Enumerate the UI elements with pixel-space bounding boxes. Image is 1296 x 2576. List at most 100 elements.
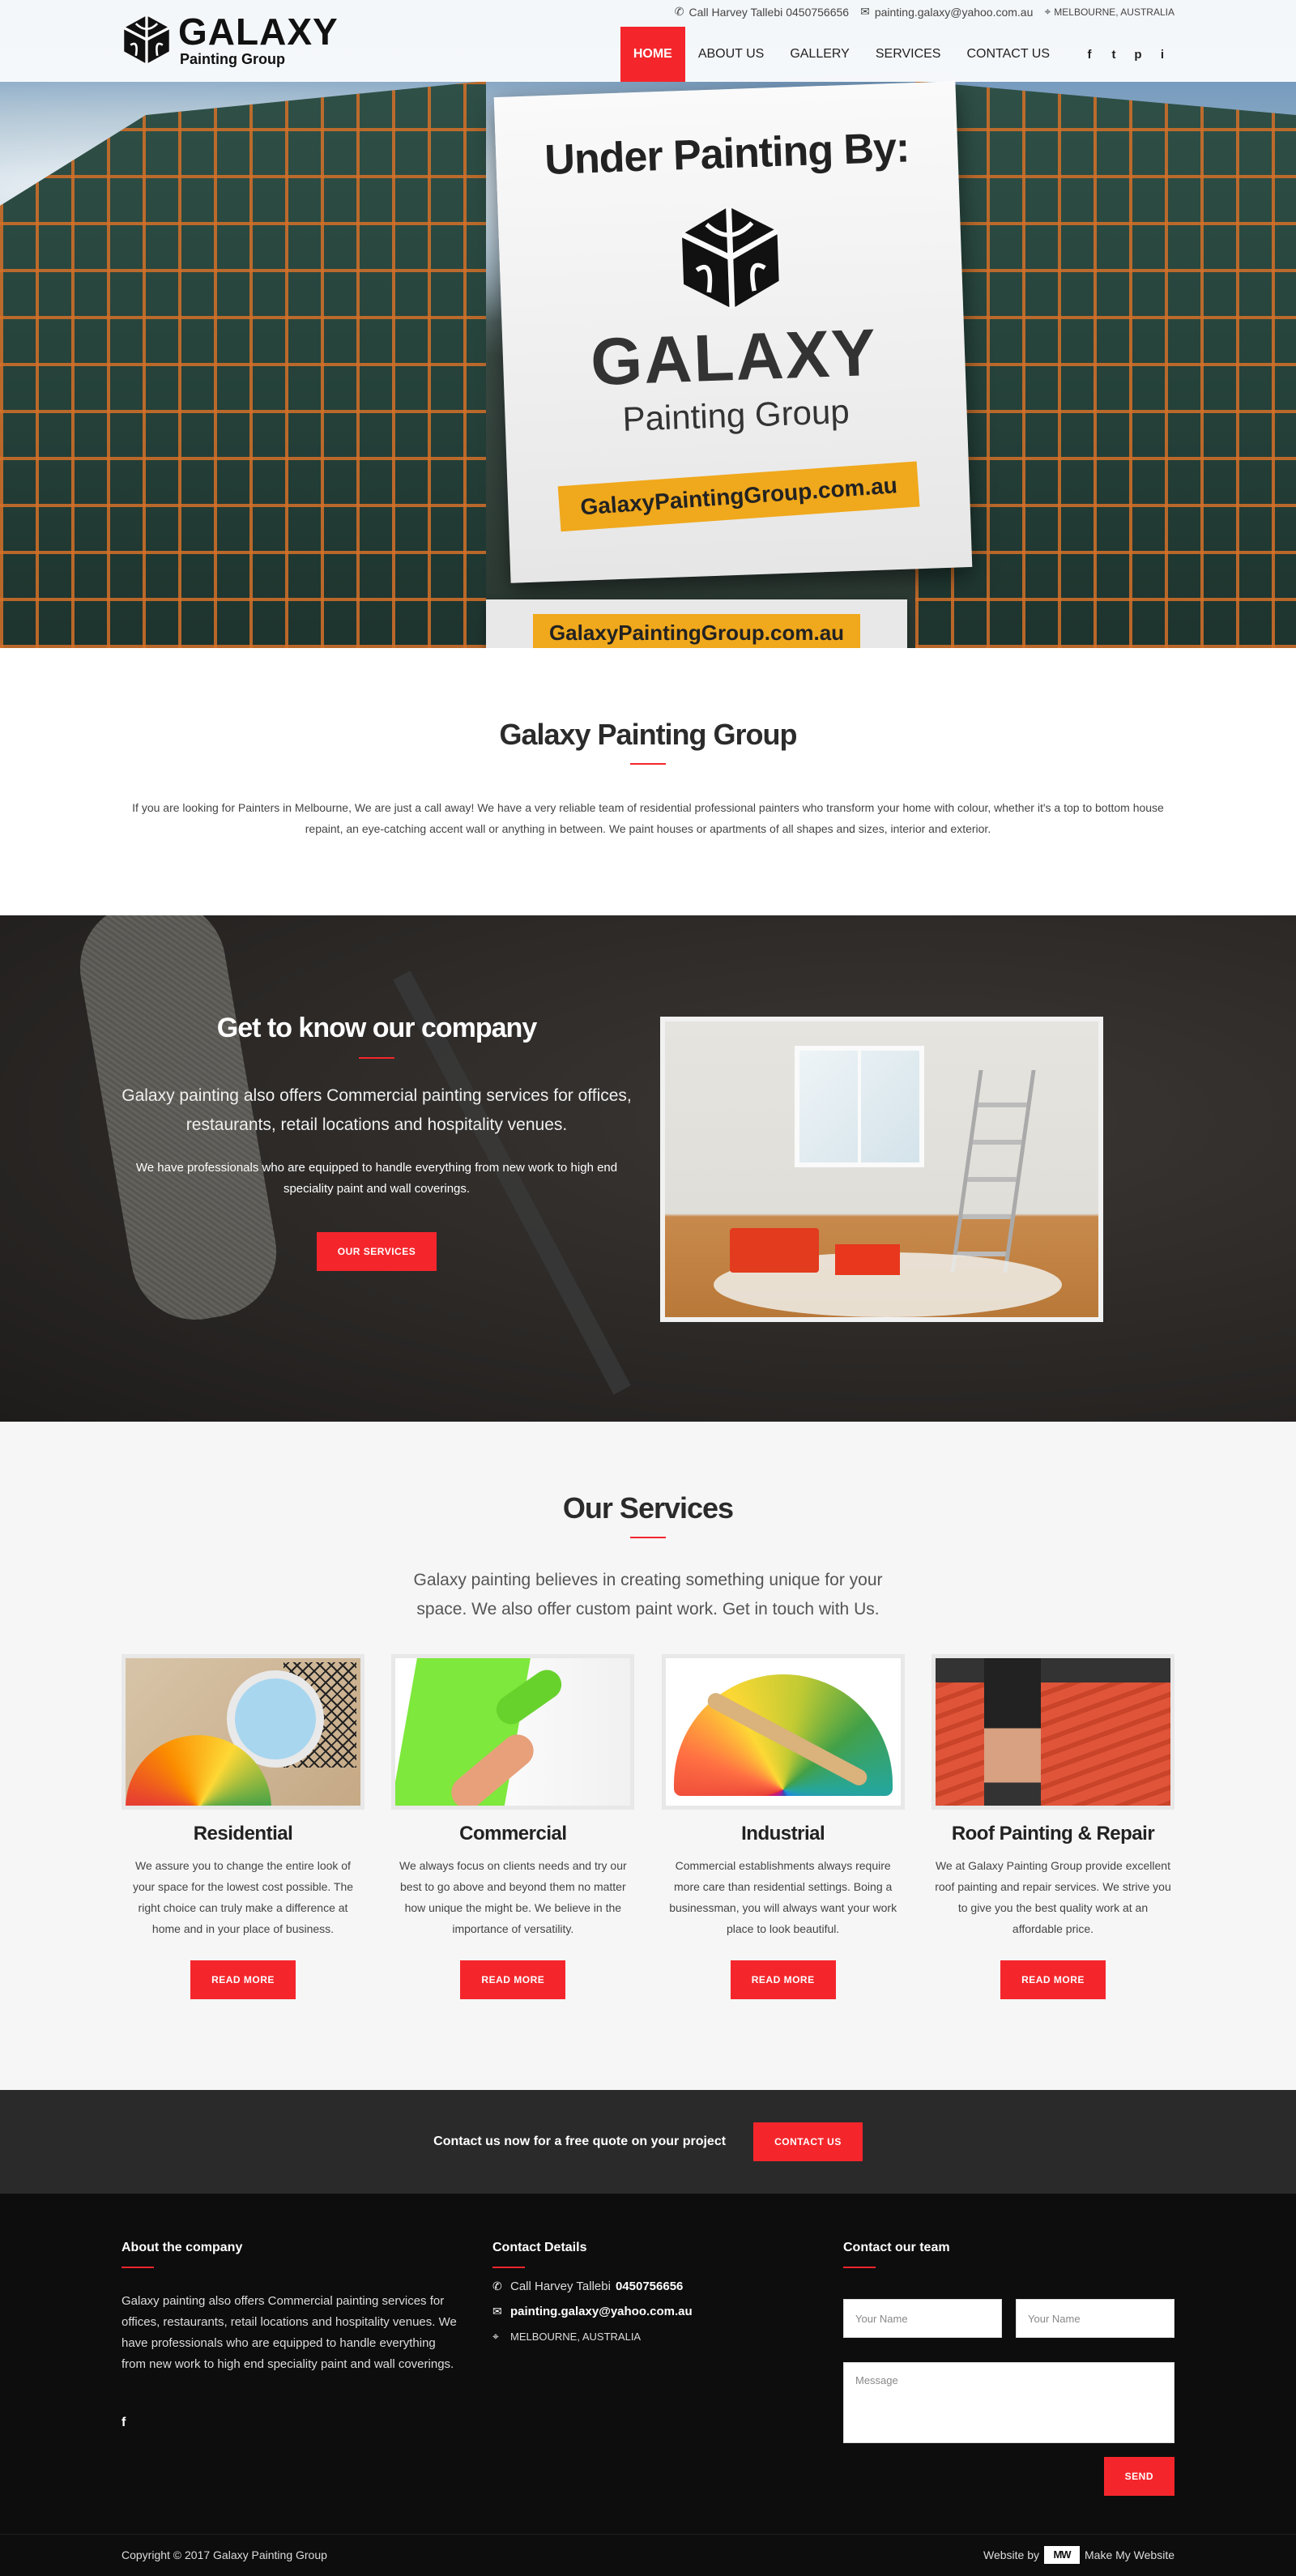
service-title: Roof Painting & Repair — [951, 1823, 1155, 1845]
service-text: Commercial establishments always require… — [669, 1859, 897, 1935]
instagram-icon[interactable]: i — [1150, 48, 1174, 62]
intro-section: Galaxy Painting Group If you are looking… — [0, 648, 1296, 915]
nav-about-us[interactable]: ABOUT US — [685, 27, 778, 82]
banner-url-lower: GalaxyPaintingGroup.com.au — [532, 614, 861, 648]
footer-location-text: MELBOURNE, AUSTRALIA — [510, 2331, 642, 2343]
footer-details-title: Contact Details — [492, 2241, 587, 2254]
read-more-button[interactable]: READ MORE — [460, 1960, 566, 1999]
phone-icon: ✆ — [492, 2280, 502, 2292]
mmw-logo-icon: MW — [1044, 2546, 1080, 2564]
title-divider — [630, 1537, 666, 1538]
banner-url: GalaxyPaintingGroup.com.au — [557, 461, 920, 532]
footer-bottom-bar: Copyright © 2017 Galaxy Painting Group W… — [0, 2534, 1296, 2576]
read-more-button[interactable]: READ MORE — [190, 1960, 296, 1999]
banner-heading: Under Painting By: — [544, 124, 910, 184]
header-topbar: ✆ Call Harvey Tallebi 0450756656 ✉ paint… — [663, 5, 1174, 19]
site-credit[interactable]: Website by MW Make My Website — [983, 2546, 1174, 2564]
services-sub: Galaxy painting believes in creating som… — [413, 1571, 883, 1619]
title-divider — [122, 2267, 154, 2268]
footer-contact-details: Contact Details ✆ Call Harvey Tallebi 04… — [492, 2241, 784, 2344]
room-ladder — [950, 1070, 1036, 1273]
facebook-icon[interactable]: f — [122, 2416, 136, 2430]
read-more-button[interactable]: READ MORE — [730, 1960, 836, 1999]
hero-section: Under Painting By: GALAXY Painting Group… — [0, 0, 1296, 648]
galaxy-cube-icon — [680, 206, 779, 309]
room-painting-image — [660, 1017, 1103, 1322]
nav-gallery[interactable]: GALLERY — [777, 27, 863, 82]
read-more-button[interactable]: READ MORE — [1000, 1960, 1106, 1999]
footer-location: ⌖ MELBOURNE, AUSTRALIA — [492, 2330, 784, 2344]
industrial-image — [661, 1654, 905, 1810]
topbar-phone[interactable]: ✆ Call Harvey Tallebi 0450756656 — [675, 5, 849, 19]
roof-top-shadow — [935, 1658, 1170, 1683]
footer-contact-form: Contact our team SEND — [843, 2241, 1174, 2496]
facebook-icon[interactable]: f — [1077, 48, 1102, 62]
company-lead: Galaxy painting also offers Commercial p… — [122, 1086, 632, 1134]
room-paint-tray — [835, 1244, 900, 1275]
main-nav: HOME ABOUT US GALLERY SERVICES CONTACT U… — [620, 27, 1174, 82]
logo-text: GALAXY Painting Group — [178, 13, 339, 66]
service-text: We at Galaxy Painting Group provide exce… — [935, 1859, 1171, 1935]
service-title: Commercial — [459, 1823, 567, 1845]
nav-services[interactable]: SERVICES — [863, 27, 954, 82]
site-logo[interactable]: GALAXY Painting Group — [120, 11, 339, 68]
name-input-2[interactable] — [1016, 2299, 1174, 2338]
site-footer: About the company Galaxy painting also o… — [0, 2194, 1296, 2534]
hero-banner: Under Painting By: GALAXY Painting Group… — [493, 81, 973, 583]
send-button[interactable]: SEND — [1103, 2457, 1174, 2496]
footer-form-title: Contact our team — [843, 2241, 950, 2254]
cta-bar: Contact us now for a free quote on your … — [0, 2090, 1296, 2194]
map-pin-icon: ⌖ — [492, 2330, 499, 2343]
nav-home[interactable]: HOME — [620, 27, 685, 82]
contact-us-button[interactable]: CONTACT US — [753, 2122, 863, 2161]
twitter-icon[interactable]: t — [1102, 48, 1126, 62]
footer-email-text: painting.galaxy@yahoo.com.au — [510, 2305, 693, 2318]
copyright: Copyright © 2017 Galaxy Painting Group — [122, 2548, 327, 2561]
footer-phone-label: Call Harvey Tallebi — [510, 2280, 611, 2293]
topbar-phone-number: 0450756656 — [786, 5, 850, 19]
company-small: We have professionals who are equipped t… — [135, 1161, 618, 1196]
footer-phone-number: 0450756656 — [615, 2280, 684, 2293]
pinterest-icon[interactable]: p — [1126, 48, 1150, 62]
footer-phone[interactable]: ✆ Call Harvey Tallebi 0450756656 — [492, 2280, 784, 2293]
cta-text: Contact us now for a free quote on your … — [433, 2135, 727, 2148]
company-section: Get to know our company Galaxy painting … — [0, 915, 1296, 1422]
credit-prefix: Website by — [983, 2548, 1039, 2561]
envelope-icon: ✉ — [860, 5, 870, 18]
service-text: We assure you to change the entire look … — [132, 1859, 354, 1935]
credit-name: Make My Website — [1085, 2548, 1174, 2561]
hero-banner-lower: GalaxyPaintingGroup.com.au — [486, 599, 907, 648]
banner-brand: GALAXY — [589, 315, 879, 400]
form-name-row — [843, 2299, 1174, 2338]
company-text: Get to know our company Galaxy painting … — [113, 1013, 640, 1271]
envelope-icon: ✉ — [492, 2305, 502, 2318]
name-input[interactable] — [843, 2299, 1002, 2338]
our-services-button[interactable]: OUR SERVICES — [316, 1232, 437, 1271]
title-divider — [492, 2267, 525, 2268]
services-title: Our Services — [562, 1491, 734, 1525]
intro-text: If you are looking for Painters in Melbo… — [132, 801, 1164, 835]
footer-about-text: Galaxy painting also offers Commercial p… — [122, 2294, 457, 2371]
title-divider — [630, 763, 666, 765]
phone-icon: ✆ — [674, 5, 684, 18]
header-social: f t p i — [1077, 48, 1174, 62]
logo-subtitle: Painting Group — [180, 51, 285, 67]
footer-about-title: About the company — [122, 2241, 243, 2254]
topbar-email[interactable]: ✉ painting.galaxy@yahoo.com.au — [860, 5, 1033, 19]
service-card-roof: Roof Painting & Repair We at Galaxy Pain… — [931, 1654, 1174, 1999]
title-divider — [843, 2267, 876, 2268]
footer-email[interactable]: ✉ painting.galaxy@yahoo.com.au — [492, 2305, 784, 2318]
company-title: Get to know our company — [216, 1013, 537, 1043]
service-card-commercial: Commercial We always focus on clients ne… — [391, 1654, 635, 1999]
title-divider — [359, 1057, 394, 1059]
message-input[interactable] — [843, 2362, 1174, 2443]
nav-contact-us[interactable]: CONTACT US — [953, 27, 1063, 82]
roof-image — [931, 1654, 1174, 1810]
hero-scaffold-left — [0, 81, 486, 648]
room-window — [795, 1046, 924, 1167]
service-title: Industrial — [741, 1823, 825, 1845]
room-toolbox — [730, 1228, 819, 1273]
footer-about: About the company Galaxy painting also o… — [122, 2241, 462, 2430]
service-cards: Residential We assure you to change the … — [122, 1654, 1174, 1999]
hero-scaffold-right — [915, 81, 1296, 648]
